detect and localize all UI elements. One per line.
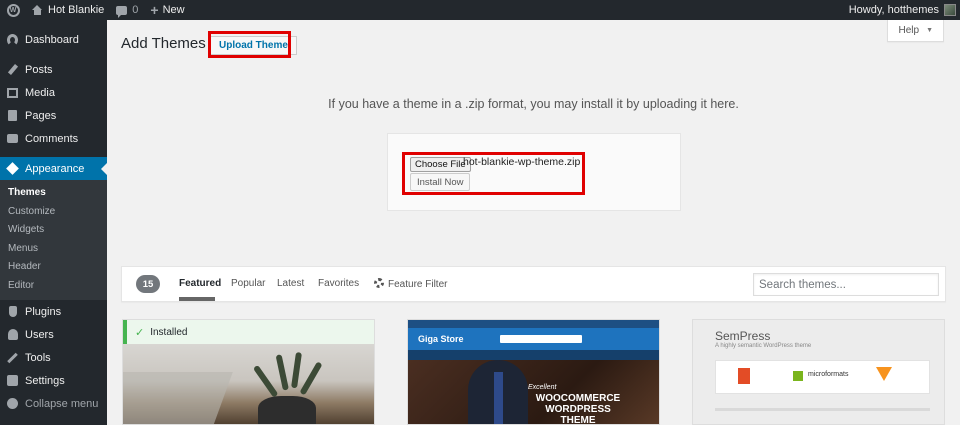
submenu-customize[interactable]: Customize: [0, 203, 107, 222]
admin-bar: W Hot Blankie 0 + New Howdy, hotthemes: [0, 0, 960, 20]
sidebar-item-tools[interactable]: Tools: [0, 346, 107, 369]
theme-screenshot: [123, 344, 374, 424]
installed-notice: ✓ Installed: [123, 320, 374, 344]
sidebar-item-media[interactable]: Media: [0, 81, 107, 104]
theme-card-sempress[interactable]: SemPress A highly semantic WordPress the…: [692, 319, 945, 425]
media-icon: [7, 87, 18, 98]
highlight-upload-theme: [208, 31, 291, 58]
user-icon: [7, 329, 18, 340]
collapse-icon: [7, 398, 18, 409]
appearance-submenu: Themes Customize Widgets Menus Header Ed…: [0, 180, 107, 300]
highlight-upload-form: [402, 152, 585, 195]
theme-card-installed[interactable]: ✓ Installed: [122, 319, 375, 425]
sidebar-item-posts[interactable]: Posts: [0, 58, 107, 81]
sidebar-item-plugins[interactable]: Plugins: [0, 300, 107, 323]
installed-label: Installed: [150, 326, 188, 338]
admin-sidebar: Dashboard Posts Media Pages Comments App…: [0, 20, 107, 425]
sidebar-item-label: Plugins: [25, 305, 62, 318]
theme-count-badge: 15: [136, 275, 160, 293]
sidebar-item-label: Media: [25, 86, 55, 99]
plus-icon: +: [150, 2, 159, 18]
home-icon: [32, 5, 43, 15]
submenu-header[interactable]: Header: [0, 258, 107, 277]
sidebar-item-dashboard[interactable]: Dashboard: [0, 28, 107, 51]
search-themes-input[interactable]: [753, 273, 939, 296]
pin-icon: [7, 64, 18, 75]
sidebar-item-label: Comments: [25, 132, 79, 145]
new-content-link[interactable]: + New: [144, 0, 190, 20]
comments-link[interactable]: 0: [110, 0, 144, 20]
wordpress-logo-icon[interactable]: W: [0, 0, 26, 20]
page-icon: [7, 110, 18, 121]
indieweb-logo-icon: [876, 367, 892, 381]
account-menu[interactable]: Howdy, hotthemes: [849, 0, 956, 20]
giga-excellent: Excellent: [528, 384, 557, 391]
dashboard-icon: [7, 33, 18, 46]
help-label: Help: [898, 25, 920, 36]
site-name-link[interactable]: Hot Blankie: [26, 0, 110, 20]
main-content: Add Themes Upload Theme Help ▼ If you ha…: [107, 20, 960, 425]
collapse-menu-button[interactable]: Collapse menu: [0, 392, 107, 415]
giga-tagline: WOOCOMMERCE WORDPRESS THEME: [535, 393, 621, 425]
theme-screenshot: Excellent WOOCOMMERCE WORDPRESS THEME: [408, 360, 659, 425]
sidebar-item-pages[interactable]: Pages: [0, 104, 107, 127]
sidebar-item-label: Settings: [25, 374, 65, 387]
sidebar-item-users[interactable]: Users: [0, 323, 107, 346]
brush-icon: [6, 162, 19, 175]
gear-icon: [374, 278, 384, 288]
sidebar-item-label: Appearance: [25, 162, 85, 175]
submenu-editor[interactable]: Editor: [0, 277, 107, 296]
tab-popular[interactable]: Popular: [231, 278, 265, 289]
submenu-themes[interactable]: Themes: [0, 184, 107, 203]
submenu-widgets[interactable]: Widgets: [0, 221, 107, 240]
comment-bubble-icon: [116, 5, 128, 18]
comment-icon: [7, 133, 18, 144]
sidebar-item-label: Pages: [25, 109, 57, 122]
sidebar-item-label: Users: [25, 328, 54, 341]
plugin-icon: [7, 306, 18, 317]
theme-screenshot: microformats: [715, 360, 930, 394]
sidebar-item-appearance[interactable]: Appearance: [0, 157, 107, 180]
theme-filter-bar: 15 Featured Popular Latest Favorites Fea…: [121, 266, 946, 302]
sidebar-item-label: Dashboard: [25, 33, 79, 46]
wrench-icon: [7, 352, 18, 363]
tab-featured-indicator: [179, 297, 215, 301]
comments-count: 0: [132, 4, 139, 16]
site-name: Hot Blankie: [48, 4, 105, 16]
theme-card-giga-store[interactable]: Giga Store Excellent WOOCOMMERCE WORDPRE…: [407, 319, 660, 425]
sidebar-item-label: Tools: [25, 351, 51, 364]
tab-featured[interactable]: Featured: [179, 278, 221, 289]
html5-logo-icon: [738, 368, 750, 384]
avatar: [944, 4, 956, 16]
caret-down-icon: ▼: [926, 27, 933, 34]
check-icon: ✓: [135, 326, 145, 339]
sidebar-item-label: Collapse menu: [25, 397, 99, 410]
howdy-text: Howdy, hotthemes: [848, 4, 939, 16]
sempress-subtitle: A highly semantic WordPress theme: [715, 343, 812, 349]
submenu-menus[interactable]: Menus: [0, 240, 107, 259]
upload-description: If you have a theme in a .zip format, yo…: [328, 97, 739, 111]
sidebar-item-settings[interactable]: Settings: [0, 369, 107, 392]
settings-icon: [7, 375, 18, 386]
page-title: Add Themes: [121, 35, 206, 52]
microformats-logo-icon: [793, 371, 803, 381]
feature-filter-button[interactable]: Feature Filter: [374, 278, 447, 290]
sidebar-item-label: Posts: [25, 63, 53, 76]
microformats-text: microformats: [808, 371, 849, 378]
sidebar-item-comments[interactable]: Comments: [0, 127, 107, 150]
new-label: New: [162, 4, 185, 16]
tab-latest[interactable]: Latest: [277, 278, 304, 289]
giga-store-title: Giga Store: [418, 334, 464, 344]
help-button[interactable]: Help ▼: [887, 20, 944, 42]
feature-filter-label: Feature Filter: [388, 279, 448, 290]
sempress-title: SemPress: [715, 329, 771, 343]
tab-favorites[interactable]: Favorites: [318, 278, 359, 289]
